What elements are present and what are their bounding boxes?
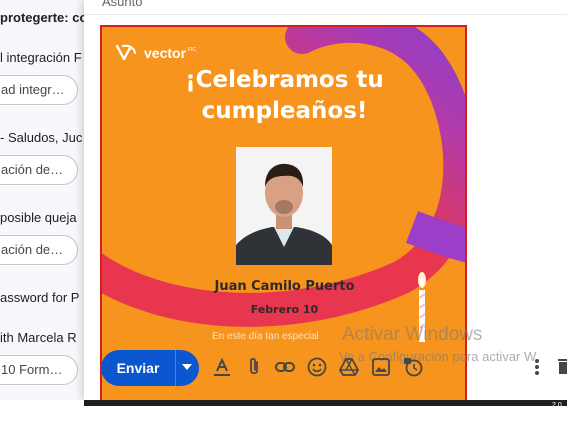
vector-logo-icon: [115, 44, 136, 61]
attachment-chip[interactable]: ad integr…: [0, 75, 78, 105]
attachment-chip[interactable]: ación de…: [0, 235, 78, 265]
attach-icon[interactable]: [243, 356, 265, 378]
trash-icon[interactable]: [558, 358, 567, 374]
tray-fragment: 2.0: [552, 402, 562, 409]
headline-line: cumpleaños!: [201, 98, 368, 124]
send-options-button[interactable]: [175, 350, 199, 386]
taskbar-strip: [84, 400, 567, 406]
logo-superscript: FIC: [188, 47, 197, 53]
send-button[interactable]: Enviar: [101, 350, 175, 386]
birthday-date: Febrero 10: [250, 303, 319, 316]
schedule-lock-icon[interactable]: [402, 356, 424, 378]
flyer-headline: ¡Celebramos tu cumpleaños!: [102, 65, 465, 127]
list-item[interactable]: l integración F: [0, 50, 90, 65]
divider: [84, 14, 567, 15]
list-item[interactable]: posible queja: [0, 210, 90, 225]
more-options-icon[interactable]: [534, 358, 540, 376]
vector-logo: vector FIC: [114, 43, 196, 63]
list-item[interactable]: ith Marcela R: [0, 330, 90, 345]
list-item[interactable]: assword for P: [0, 290, 90, 305]
link-icon[interactable]: [274, 356, 296, 378]
photo-icon[interactable]: [370, 356, 392, 378]
attachment-chip[interactable]: ación de…: [0, 155, 78, 185]
headline-line: ¡Celebramos tu: [185, 67, 384, 93]
attachment-chip[interactable]: 10 Form…: [0, 355, 78, 385]
compose-toolbar: Enviar: [84, 338, 567, 400]
list-item[interactable]: protegerte: co: [0, 10, 90, 25]
drive-icon[interactable]: [338, 356, 360, 378]
person-photo: [236, 147, 332, 265]
inbox-list: protegerte: co l integración F ad integr…: [0, 0, 90, 400]
format-text-icon[interactable]: [211, 356, 233, 378]
chevron-down-icon: [182, 364, 192, 370]
emoji-icon[interactable]: [306, 356, 328, 378]
person-name: Juan Camilo Puerto: [214, 279, 355, 294]
subject-field[interactable]: Asunto: [102, 0, 142, 9]
logo-text: vector: [144, 45, 187, 61]
list-item[interactable]: - Saludos, Juc: [0, 130, 90, 145]
